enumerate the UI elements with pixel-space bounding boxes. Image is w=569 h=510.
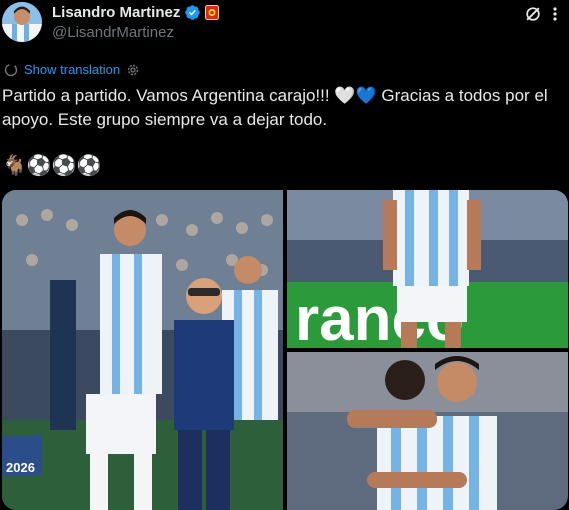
avatar[interactable] <box>2 2 42 42</box>
gear-icon[interactable] <box>126 63 140 77</box>
media-grid: 2026 ranco <box>2 190 568 510</box>
verified-icon <box>185 5 201 20</box>
tweet-text: Partido a partido. Vamos Argentina caraj… <box>2 86 548 129</box>
photo-1-scene-text: 2026 <box>6 460 35 475</box>
show-translation-link[interactable]: Show translation <box>24 62 120 77</box>
photo-player-back[interactable]: ranco <box>287 190 568 348</box>
tweet-header: Lisandro Martinez @LisandrMartinez <box>0 0 569 52</box>
author-name[interactable]: Lisandro Martinez <box>52 4 180 21</box>
grok-icon[interactable] <box>523 4 543 24</box>
translation-row: Show translation <box>4 62 140 77</box>
author-handle[interactable]: @LisandrMartinez <box>52 24 174 41</box>
author-name-row: Lisandro Martinez <box>52 4 220 21</box>
more-icon[interactable] <box>547 6 563 22</box>
photo-players-hug[interactable] <box>287 352 568 510</box>
club-badge-icon <box>205 5 220 20</box>
translate-icon <box>4 63 18 76</box>
tweet-emoji-line: 🐐⚽⚽⚽ <box>2 155 102 177</box>
photo-players-walkout[interactable]: 2026 <box>2 190 283 510</box>
